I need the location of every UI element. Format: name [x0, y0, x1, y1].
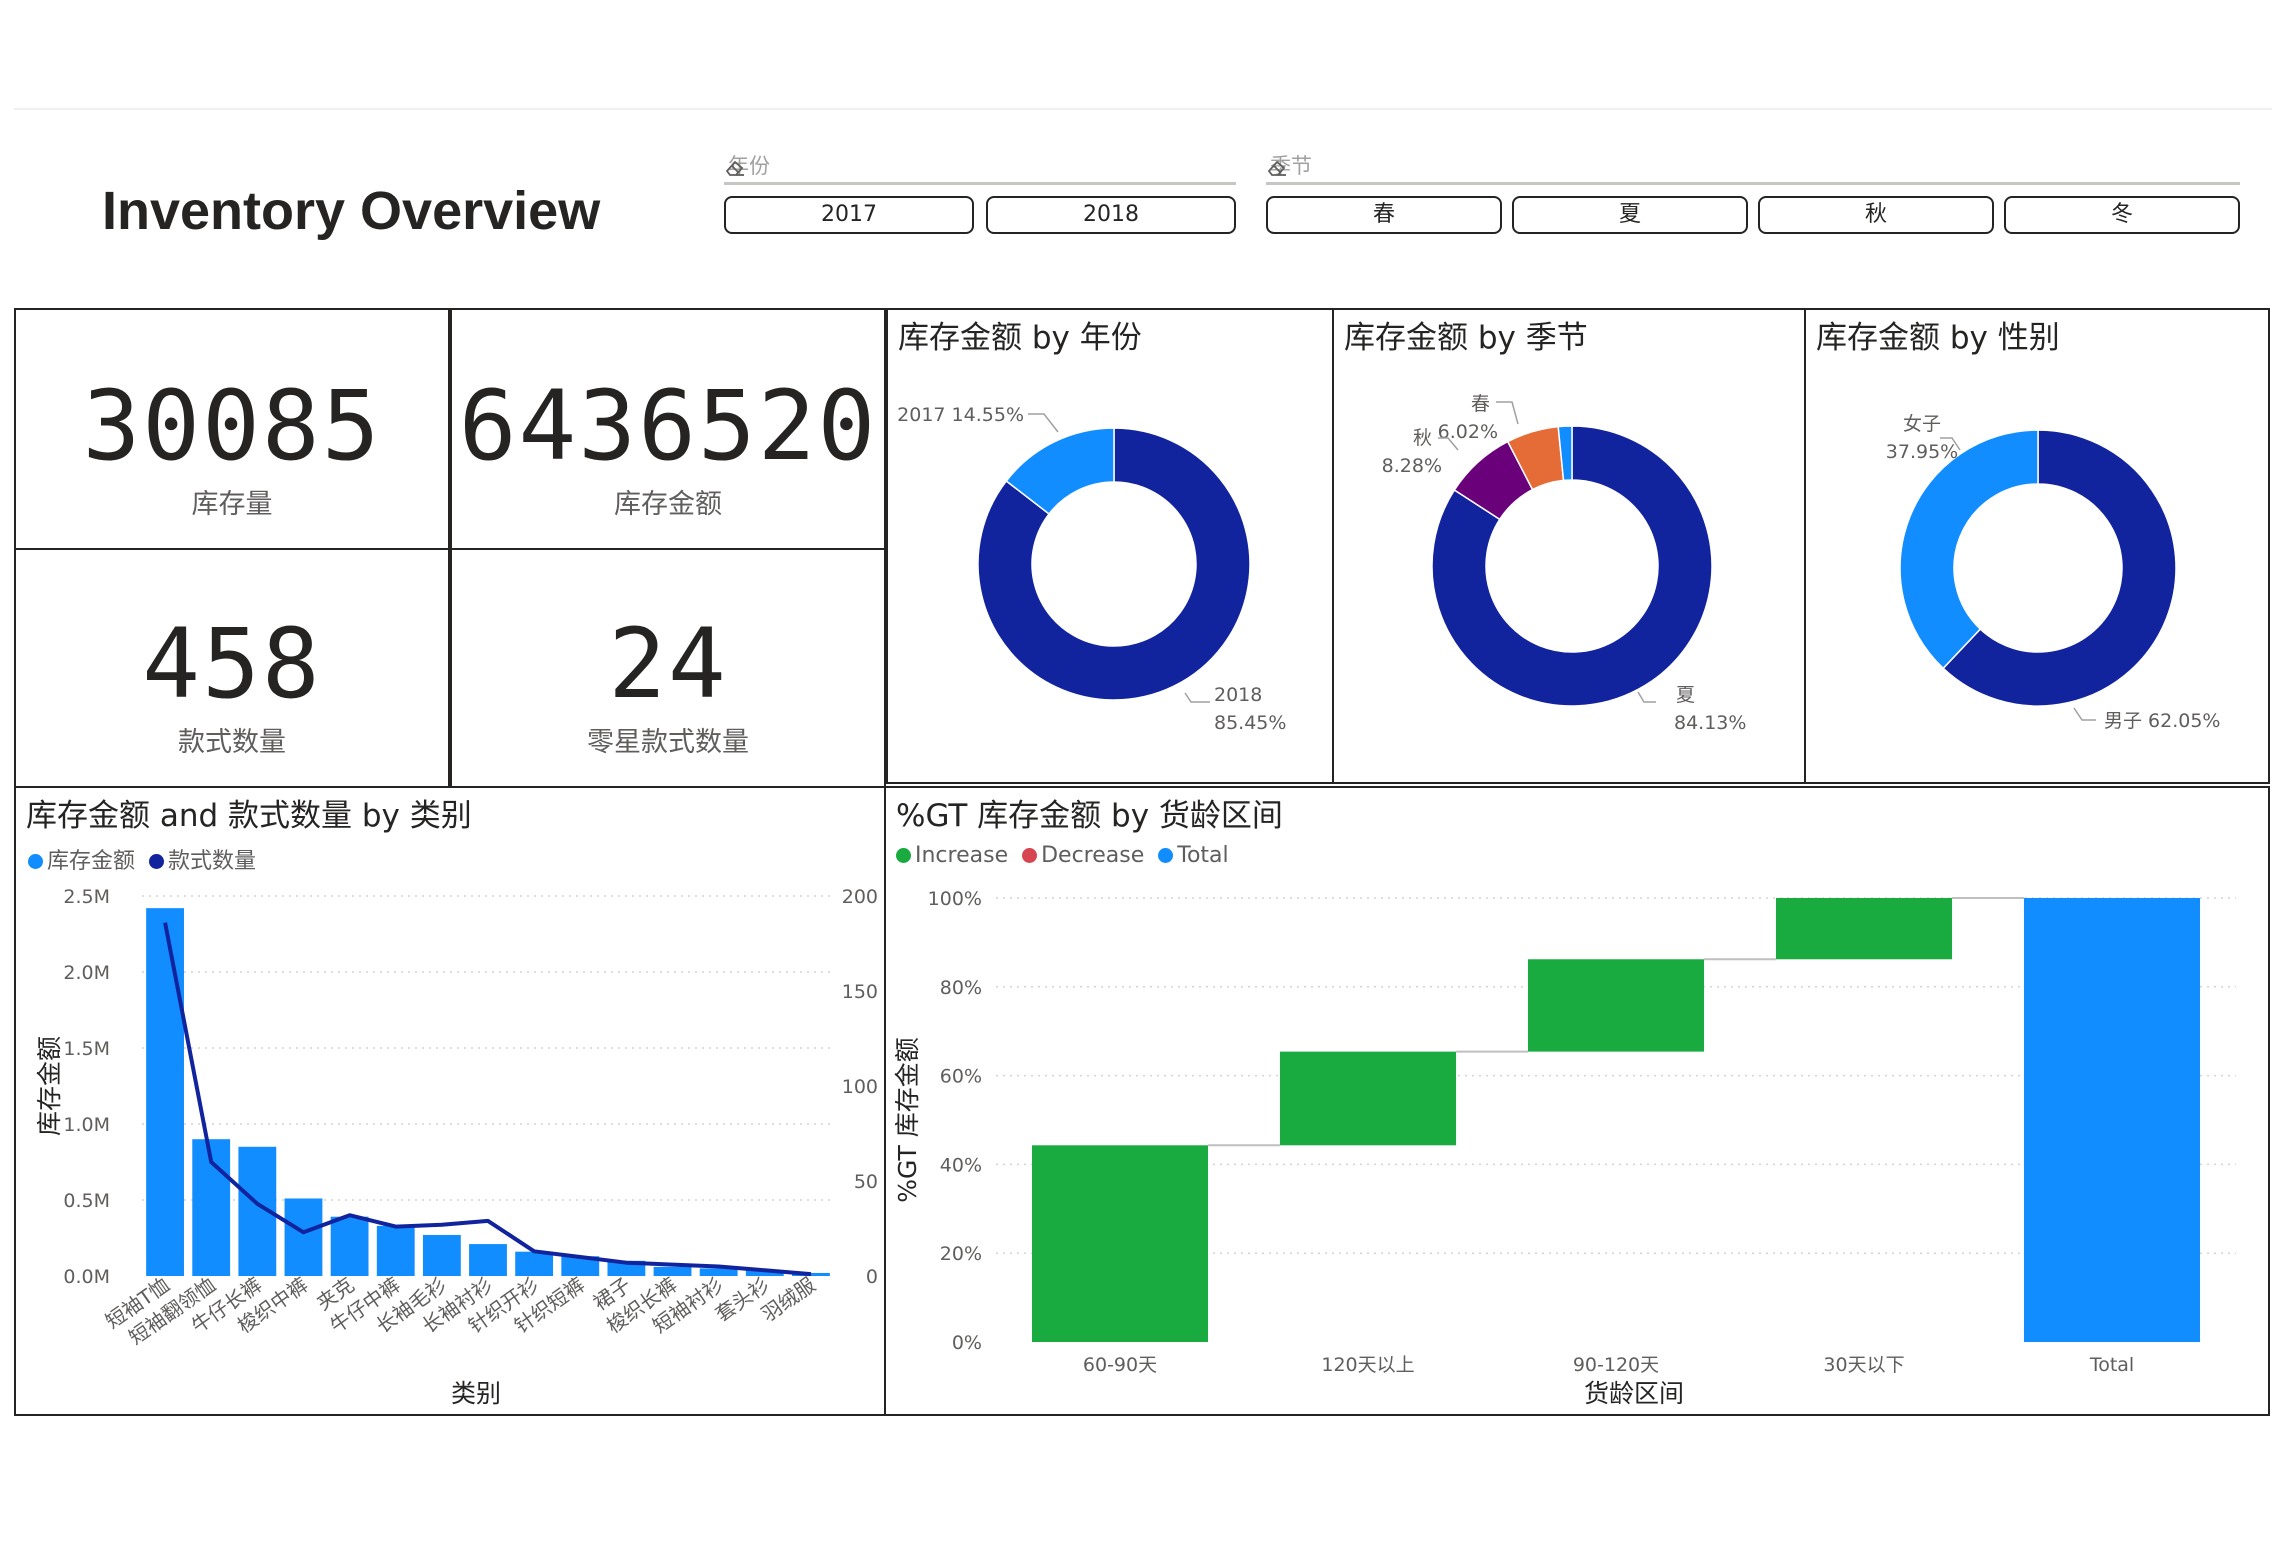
donut-panel-year[interactable]: 库存金额 by 年份 2017 14.55% 2018 85.45% [886, 308, 1336, 784]
data-label: 夏 [1676, 684, 1695, 706]
waterfall-bar [1527, 959, 1705, 1052]
waterfall-chart-svg: 0% 20% 40% 60% 80% 100% 60-90天 120天以上 90-120天 30天… [893, 888, 2236, 1408]
kpi-label: 库存量 [191, 489, 273, 520]
waterfall-bar [1031, 1145, 1209, 1342]
kpi-card-sporadic-style-count[interactable]: 24 零星款式数量 [450, 548, 886, 788]
data-label: 2017 14.55% [897, 404, 1024, 426]
y2-tick-label: 0 [866, 1266, 878, 1288]
y-tick-label: 60% [940, 1066, 982, 1088]
bar [422, 1234, 461, 1276]
year-slicer-header: 年份 [724, 150, 1236, 185]
top-divider [14, 108, 2272, 110]
y-tick-label: 20% [940, 1243, 982, 1265]
eraser-icon[interactable] [724, 156, 746, 178]
donut-panel-gender[interactable]: 库存金额 by 性别 女子 37.95% 男子 62.05% [1804, 308, 2270, 784]
y-tick-label: 0.0M [63, 1266, 110, 1288]
y2-tick-label: 50 [854, 1171, 878, 1193]
y-tick-label: 0.5M [63, 1190, 110, 1212]
kpi-value: 6436520 [458, 370, 878, 482]
bar [469, 1244, 507, 1276]
leader-line [1637, 691, 1656, 703]
donut-chart-year: 2017 14.55% 2018 85.45% [897, 404, 1286, 734]
donut-panel-season[interactable]: 库存金额 by 季节 春 6.02% 秋 8.28% 夏 84.13% [1332, 308, 1806, 784]
y-axis-title: 库存金额 [35, 1036, 64, 1136]
leader-line [1496, 401, 1519, 425]
waterfall-bar [1775, 898, 1953, 960]
donut-slice [1899, 429, 2039, 670]
year-slicer: 年份 2017 2018 [724, 150, 1236, 240]
page-title: Inventory Overview [102, 181, 601, 241]
combo-chart-svg: 0.0M0.5M1.0M1.5M2.0M2.5M050100150200短袖T恤… [35, 886, 878, 1408]
leader-line [2073, 707, 2096, 721]
x-tick-label: 60-90天 [1083, 1354, 1157, 1376]
kpi-label: 库存金额 [614, 489, 722, 520]
y-tick-label: 2.0M [63, 962, 110, 984]
data-label: 男子 62.05% [2104, 710, 2221, 732]
y-axis-title: %GT 库存金额 [893, 1037, 922, 1202]
bar [330, 1216, 369, 1276]
donut-chart-gender: 女子 37.95% 男子 62.05% [1886, 413, 2221, 732]
data-label: 2018 [1214, 684, 1262, 706]
data-label: 8.28% [1382, 455, 1442, 477]
bar [653, 1266, 692, 1276]
y-tick-label: 80% [940, 977, 982, 999]
bar [515, 1251, 554, 1276]
kpi-card-inventory-amount[interactable]: 6436520 库存金额 [450, 308, 886, 550]
season-slicer: 季节 春 夏 秋 冬 [1266, 150, 2240, 240]
y-tick-label: 40% [940, 1154, 982, 1176]
y2-tick-label: 150 [842, 981, 878, 1003]
kpi-value: 30085 [82, 370, 382, 482]
bar [376, 1225, 415, 1276]
slicer-chip-summer[interactable]: 夏 [1512, 196, 1748, 234]
y-tick-label: 1.5M [63, 1038, 110, 1060]
x-tick-label: 120天以上 [1321, 1354, 1414, 1376]
data-label: 85.45% [1214, 712, 1286, 734]
slicer-chip-2018[interactable]: 2018 [986, 196, 1236, 234]
y-tick-label: 0% [952, 1332, 982, 1354]
x-tick-label: 30天以下 [1823, 1354, 1904, 1376]
kpi-label: 零星款式数量 [587, 727, 749, 758]
leader-line [1184, 692, 1210, 703]
data-label: 秋 [1413, 427, 1432, 449]
eraser-icon[interactable] [1266, 156, 1288, 178]
data-label: 84.13% [1674, 712, 1746, 734]
data-label: 女子 [1903, 413, 1941, 435]
y2-tick-label: 100 [842, 1076, 878, 1098]
x-tick-label: Total [2089, 1354, 2134, 1376]
data-label: 6.02% [1438, 421, 1498, 443]
data-label: 37.95% [1886, 441, 1958, 463]
y-tick-label: 1.0M [63, 1114, 110, 1136]
combo-chart-panel[interactable]: 库存金额 and 款式数量 by 类别 库存金额 款式数量 0.0M 0.5M 1.0… [14, 786, 886, 1416]
bar [284, 1198, 323, 1276]
y2-tick-label: 200 [842, 886, 878, 908]
leader-line [1028, 413, 1059, 433]
kpi-value: 458 [142, 608, 322, 720]
kpi-label: 款式数量 [178, 727, 286, 758]
bar [146, 908, 184, 1276]
waterfall-chart-panel[interactable]: %GT 库存金额 by 货龄区间 Increase Decrease Total 0… [884, 786, 2270, 1416]
slicer-chip-2017[interactable]: 2017 [724, 196, 974, 234]
y-tick-label: 2.5M [63, 886, 110, 908]
x-tick-label: 90-120天 [1573, 1354, 1659, 1376]
x-axis-title: 类别 [451, 1379, 501, 1408]
data-label: 春 [1471, 393, 1490, 415]
x-axis-title: 货龄区间 [1584, 1379, 1684, 1408]
slicer-chip-winter[interactable]: 冬 [2004, 196, 2240, 234]
kpi-card-inventory-qty[interactable]: 30085 库存量 [14, 308, 450, 550]
season-slicer-header: 季节 [1266, 150, 2240, 185]
kpi-value: 24 [608, 608, 728, 720]
y-tick-label: 100% [928, 888, 982, 910]
kpi-card-style-count[interactable]: 458 款式数量 [14, 548, 450, 788]
x-tick-label: 羽绒服 [757, 1272, 820, 1326]
waterfall-bar [1279, 1051, 1457, 1146]
slicer-chip-spring[interactable]: 春 [1266, 196, 1502, 234]
donut-chart-season: 春 6.02% 秋 8.28% 夏 84.13% [1382, 393, 1747, 734]
waterfall-bar [2023, 898, 2201, 1342]
slicer-chip-autumn[interactable]: 秋 [1758, 196, 1994, 234]
